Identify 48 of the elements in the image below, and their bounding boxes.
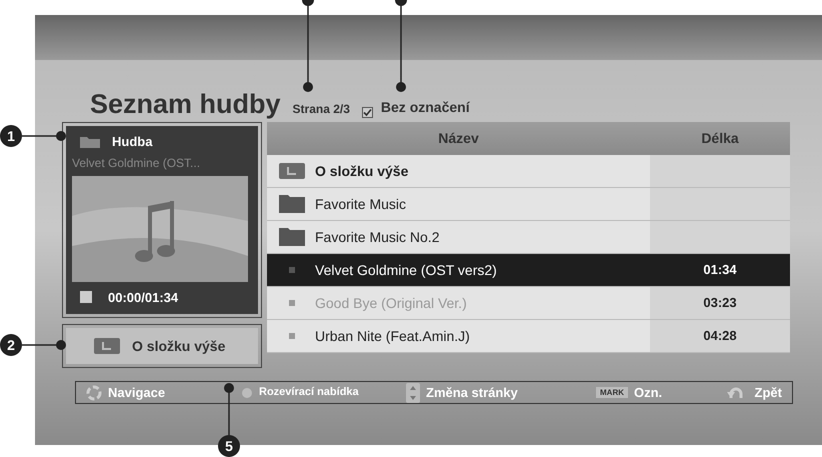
page-key-icon [406, 382, 420, 402]
folder-up-icon [279, 163, 305, 179]
folder-icon [279, 228, 305, 246]
list-row[interactable]: Urban Nite (Feat.Amin.J) 04:28 [267, 320, 790, 353]
column-header: Název [437, 129, 480, 148]
item-name: Favorite Music [315, 194, 406, 214]
item-name: Velvet Goldmine (OST vers2) [315, 260, 497, 280]
duration: 04:28 [703, 327, 737, 346]
list-row[interactable]: Favorite Music [267, 188, 790, 221]
mark-key-icon: MARK [596, 387, 628, 398]
file-icon [289, 300, 295, 306]
checkbox[interactable] [362, 107, 373, 118]
duration: 01:34 [703, 261, 737, 280]
callout-line [22, 340, 66, 350]
footer-hint: Změna stránky [426, 384, 518, 402]
panel-header: Hudba [112, 133, 152, 151]
file-icon [289, 267, 295, 273]
playback-time: 00:00/01:34 [108, 288, 178, 306]
file-icon [289, 333, 295, 339]
callout-number: 2 [0, 334, 22, 356]
list-row[interactable]: O složku výše [267, 155, 790, 188]
screen-title: Seznam hudby [90, 91, 281, 118]
duration: 03:23 [703, 294, 737, 312]
footer-hint: Ozn. [634, 384, 662, 402]
track-title: Velvet Goldmine (OST... [72, 154, 202, 172]
footer-hint: Zpět [754, 384, 782, 402]
item-name: Urban Nite (Feat.Amin.J) [315, 326, 470, 346]
folder-icon [80, 135, 100, 148]
folder-up-icon [94, 338, 120, 354]
item-name: Favorite Music No.2 [315, 228, 440, 246]
stop-icon [80, 291, 92, 304]
callout-number: 5 [218, 435, 240, 457]
callout-line [22, 131, 66, 141]
item-name: O složku výše [315, 162, 408, 181]
button-icon [241, 386, 253, 398]
list-row[interactable]: Velvet Goldmine (OST vers2) 01:34 [267, 254, 790, 287]
callout-number: 1 [0, 125, 22, 147]
item-name: Good Bye (Original Ver.) [315, 294, 467, 313]
column-header: Délka [700, 129, 740, 148]
page-indicator: Strana 2/3 [292, 101, 350, 118]
callout-line [224, 383, 234, 435]
parent-folder-button[interactable]: O složku výše [66, 328, 258, 364]
footer-hint: Rozevírací nabídka [259, 385, 359, 400]
folder-icon [279, 195, 305, 213]
list-row[interactable]: Favorite Music No.2 [267, 221, 790, 254]
footer-hint: Navigace [108, 384, 166, 402]
filter-label: Bez označení [380, 98, 470, 117]
navigation-icon [86, 384, 102, 400]
